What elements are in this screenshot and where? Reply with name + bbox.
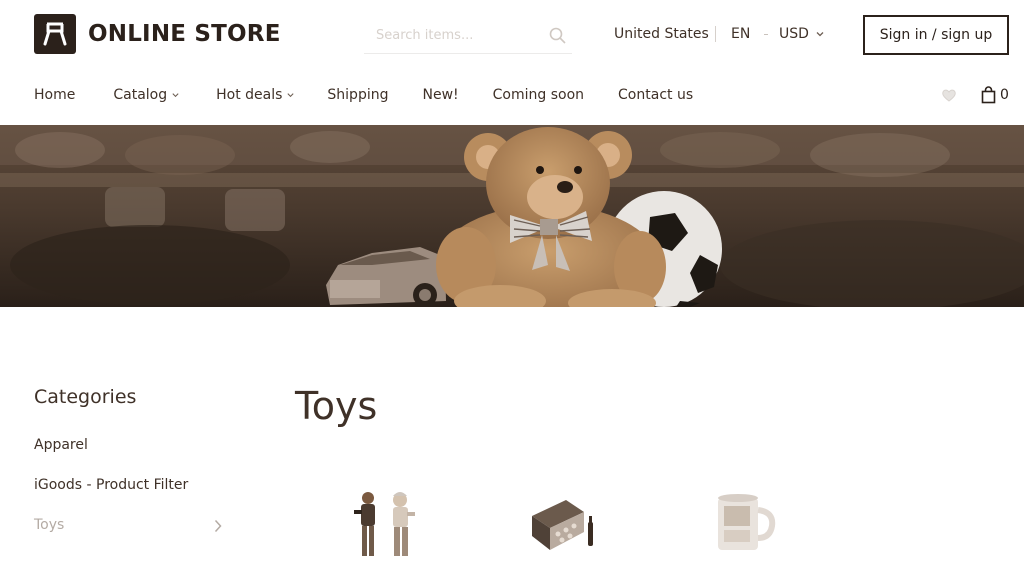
category-label: Apparel (34, 437, 88, 453)
chevron-right-icon (214, 519, 222, 533)
site-header: ONLINE STORE United States EN USD Sign i… (0, 0, 1024, 70)
country-selector[interactable]: United States (614, 26, 709, 42)
nav-label: New! (422, 87, 459, 103)
nav-item-coming-soon[interactable]: Coming soon (493, 87, 584, 103)
cart-button[interactable]: 0 (981, 86, 1009, 104)
nav-item-new[interactable]: New! (422, 87, 458, 103)
category-igoods-product-filter[interactable]: iGoods - Product Filter (34, 477, 224, 517)
nav-label: Catalog (113, 87, 168, 103)
nav-label: Contact us (618, 87, 694, 103)
locale-dash (764, 34, 768, 35)
search-icon[interactable] (548, 26, 568, 46)
product-thumbnail[interactable] (712, 488, 778, 562)
cart-count: 0 (1000, 87, 1009, 103)
product-thumbnail[interactable] (526, 488, 598, 564)
category-toys[interactable]: Toys (34, 517, 224, 557)
product-thumbnail[interactable] (350, 488, 420, 564)
banner-image (0, 125, 1024, 307)
search-box (364, 18, 572, 54)
category-label: iGoods - Product Filter (34, 477, 189, 493)
page-title: Toys (295, 384, 378, 428)
category-label: Toys (34, 517, 65, 533)
nav-item-hot-deals[interactable]: Hot deals (216, 87, 295, 103)
categories-heading: Categories (34, 386, 137, 408)
language-selector[interactable]: EN (731, 26, 750, 42)
nav-label: Hot deals (216, 87, 283, 103)
nav-item-contact-us[interactable]: Contact us (618, 87, 693, 103)
nav-actions: 0 (940, 84, 1009, 106)
hero-banner (0, 125, 1024, 307)
chevron-down-icon (172, 93, 179, 98)
language-label: EN (731, 26, 751, 42)
currency-selector[interactable]: USD (779, 26, 825, 42)
currency-label: USD (779, 26, 809, 42)
product-image-box-set (532, 500, 593, 550)
product-image-mug (718, 494, 776, 550)
category-apparel[interactable]: Apparel (34, 437, 224, 477)
nav-label: Home (34, 87, 76, 103)
logo-text: ONLINE STORE (88, 21, 281, 47)
shopping-bag-icon (981, 86, 996, 104)
nav-label: Shipping (327, 87, 389, 103)
chevron-down-icon (816, 32, 824, 37)
nav-label: Coming soon (492, 87, 585, 103)
nav-item-catalog[interactable]: Catalog (113, 87, 180, 103)
main-nav: Home Catalog Hot deals Shipping New! Com… (34, 84, 693, 106)
product-image-figures (354, 492, 415, 556)
country-label: United States (614, 26, 709, 42)
category-list: Apparel iGoods - Product Filter Toys (34, 437, 224, 557)
signin-button[interactable]: Sign in / sign up (863, 15, 1009, 55)
logo-icon (34, 14, 76, 54)
nav-item-shipping[interactable]: Shipping (327, 87, 388, 103)
nav-item-home[interactable]: Home (34, 87, 75, 103)
search-input[interactable] (376, 24, 536, 46)
chevron-down-icon (287, 93, 294, 98)
store-logo[interactable]: ONLINE STORE (34, 14, 281, 54)
heart-icon[interactable] (940, 86, 958, 104)
locale-divider (715, 26, 716, 42)
